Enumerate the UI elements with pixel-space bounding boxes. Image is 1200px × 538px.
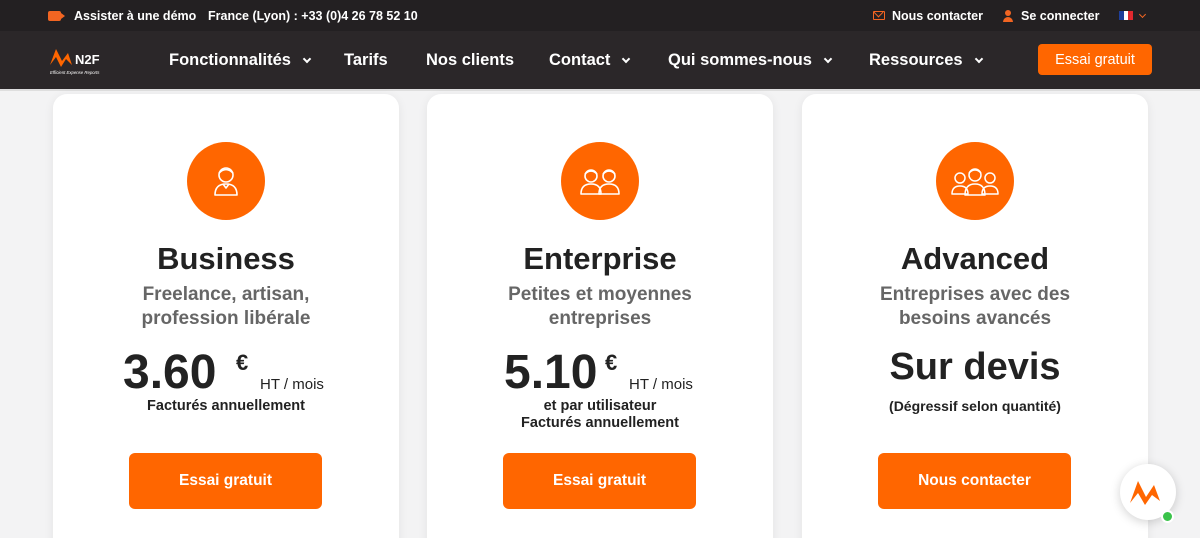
nav-item-label: Fonctionnalités bbox=[169, 50, 291, 69]
nav-item-contact[interactable]: Contact bbox=[549, 31, 631, 89]
price-unit: HT / mois bbox=[629, 376, 693, 393]
phone-label: France (Lyon) : +33 (0)4 26 78 52 10 bbox=[208, 8, 418, 23]
price-value: 5.10 bbox=[504, 346, 598, 399]
n2f-logo-icon: N2F Efficient Expense Reports bbox=[50, 49, 100, 75]
plan-subtitle-line: Petites et moyennes bbox=[508, 284, 692, 305]
price-unit: HT / mois bbox=[260, 376, 324, 393]
nav-item-fonctionnalites[interactable]: Fonctionnalités bbox=[169, 31, 312, 89]
chevron-down-icon bbox=[823, 54, 833, 63]
logo-text: N2F bbox=[75, 52, 100, 67]
price-value: 3.60 bbox=[123, 346, 217, 399]
chevron-down-icon bbox=[302, 54, 312, 63]
plan-subtitle: Freelance, artisan, profession libérale bbox=[53, 283, 399, 331]
n2f-logo-icon bbox=[1130, 481, 1160, 505]
mail-icon bbox=[873, 11, 885, 20]
plan-card-business: Business Freelance, artisan, profession … bbox=[53, 94, 399, 538]
plan-subtitle-line: entreprises bbox=[548, 308, 652, 329]
n2f-logo[interactable]: N2F Efficient Expense Reports bbox=[48, 43, 110, 77]
demo-link[interactable]: Assister à une démo bbox=[48, 0, 196, 31]
free-trial-button[interactable]: Essai gratuit bbox=[503, 453, 696, 509]
plan-subtitle-line: besoins avancés bbox=[898, 308, 1052, 329]
price-note-line: Facturés annuellement bbox=[521, 415, 679, 431]
three-users-icon bbox=[936, 142, 1014, 220]
two-users-icon bbox=[561, 142, 639, 220]
plan-title: Enterprise bbox=[523, 241, 677, 276]
nav-divider bbox=[0, 89, 1200, 91]
top-bar: Assister à une démo France (Lyon) : +33 … bbox=[0, 0, 1200, 31]
single-user-icon bbox=[187, 142, 265, 220]
price-note-line: et par utilisateur bbox=[543, 398, 657, 414]
plan-card-enterprise: Enterprise Petites et moyennes entrepris… bbox=[427, 94, 773, 538]
login-link[interactable]: Se connecter bbox=[1002, 0, 1100, 31]
login-link-label: Se connecter bbox=[1021, 8, 1100, 23]
nav-item-label: Tarifs bbox=[344, 50, 388, 69]
main-nav: N2F Efficient Expense Reports Fonctionna… bbox=[0, 31, 1200, 89]
plan-subtitle-line: profession libérale bbox=[141, 308, 311, 329]
chevron-down-icon bbox=[622, 54, 631, 63]
contact-us-button[interactable]: Nous contacter bbox=[878, 453, 1071, 509]
plan-title: Advanced bbox=[900, 241, 1050, 276]
nav-item-qui-sommes-nous[interactable]: Qui sommes-nous bbox=[668, 31, 833, 89]
user-icon bbox=[1002, 9, 1014, 22]
phone-link[interactable]: France (Lyon) : +33 (0)4 26 78 52 10 bbox=[208, 0, 418, 31]
demo-link-label: Assister à une démo bbox=[74, 8, 197, 23]
price-currency: € bbox=[236, 350, 249, 375]
video-camera-icon bbox=[48, 10, 65, 21]
nav-item-label: Ressources bbox=[869, 50, 963, 69]
price-note: (Dégressif selon quantité) bbox=[889, 398, 1061, 414]
logo-tagline: Efficient Expense Reports bbox=[50, 70, 100, 75]
price-note: et par utilisateur Facturés annuellement bbox=[427, 398, 773, 432]
chevron-down-icon bbox=[1138, 10, 1147, 18]
contact-link[interactable]: Nous contacter bbox=[873, 0, 983, 31]
plan-title: Business bbox=[157, 241, 295, 276]
flag-fr-icon bbox=[1119, 11, 1134, 20]
nav-item-label: Nos clients bbox=[426, 50, 515, 69]
contact-link-label: Nous contacter bbox=[892, 8, 983, 23]
plan-subtitle: Entreprises avec des besoins avancés bbox=[802, 283, 1148, 331]
price-currency: € bbox=[605, 350, 618, 375]
free-trial-button[interactable]: Essai gratuit bbox=[1038, 44, 1152, 75]
nav-item-nos-clients[interactable]: Nos clients bbox=[426, 31, 514, 89]
online-status-dot bbox=[1161, 510, 1174, 523]
price-note: Facturés annuellement bbox=[147, 398, 305, 414]
free-trial-button[interactable]: Essai gratuit bbox=[129, 453, 322, 509]
nav-item-label: Qui sommes-nous bbox=[668, 50, 812, 69]
plan-price: 3.60 € HT / mois bbox=[123, 348, 333, 398]
plan-card-advanced: Advanced Entreprises avec des besoins av… bbox=[802, 94, 1148, 538]
price-on-quote: Sur devis bbox=[889, 346, 1061, 388]
plan-subtitle-line: Entreprises avec des bbox=[879, 284, 1071, 305]
language-selector[interactable] bbox=[1119, 0, 1147, 31]
nav-item-ressources[interactable]: Ressources bbox=[869, 31, 983, 89]
plan-subtitle: Petites et moyennes entreprises bbox=[427, 283, 773, 331]
nav-item-label: Contact bbox=[549, 50, 611, 69]
plan-price: 5.10 € HT / mois bbox=[504, 348, 734, 398]
nav-item-tarifs[interactable]: Tarifs bbox=[344, 31, 388, 89]
chevron-down-icon bbox=[974, 54, 983, 63]
plan-subtitle-line: Freelance, artisan, bbox=[142, 284, 310, 305]
